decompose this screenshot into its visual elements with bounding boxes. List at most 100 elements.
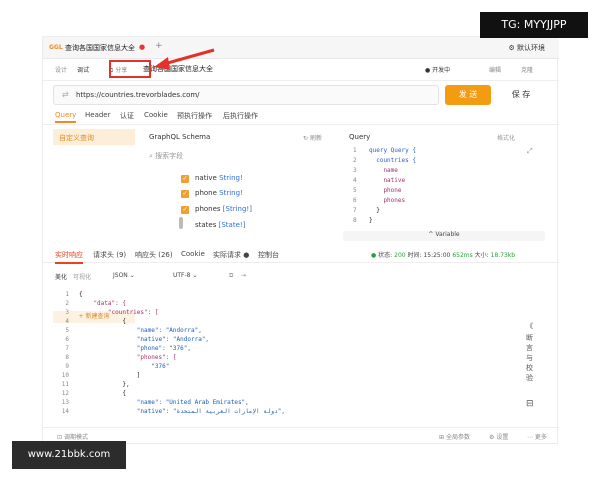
line-number: 1 [353,147,357,154]
json-line: "name": "United Arab Emirates", [79,399,249,406]
status-label: 状态: [378,252,393,259]
app-window: GGL 查询各国国家信息大全 ● + ⚙ 默认环境 设计 调试 ⧉ 分享 查询各… [42,36,559,444]
env-icon: ⚙ [508,44,517,52]
refresh-label: 刷新 [309,135,322,142]
panel-label-char: 与 [526,354,533,362]
query-editor[interactable]: 1 query Query { 2 countries { 3 name 4 na… [343,143,545,237]
line-number: 3 [65,309,69,316]
schema-title: GraphQL Schema [149,133,211,141]
line-number: 7 [65,345,69,352]
preview-button[interactable]: 可视化 [73,272,91,281]
field-states[interactable]: states [State!] [195,221,245,229]
settings-button[interactable]: ⚙ 设置 [489,432,508,441]
search-placeholder: 搜索字段 [155,152,184,160]
unsaved-dot: ● [139,43,146,51]
line-number: 14 [61,408,69,415]
edit-button[interactable]: 编辑 [489,65,501,74]
save-button[interactable]: 保 存 [497,85,545,105]
assertion-panel-toggle[interactable]: 《 断 言 与 校 验 ⊟ [523,291,543,421]
variable-label: Variable [435,231,460,238]
line-number: 2 [65,300,69,307]
status-time: 时间: 15:25:00 [407,252,451,259]
response-body[interactable]: 1 { 2 "data": { 3 "countries": [ 4 { 5 "n… [43,291,513,419]
tab-cookie[interactable]: Cookie [181,250,205,258]
debug-button[interactable]: 调试 [77,65,89,74]
url-icon: ⇄ [62,90,69,99]
tab-actual-request[interactable]: 实际请求 ● [213,250,249,260]
toc-label: 调期模式 [63,434,88,441]
clone-button[interactable]: 克隆 [521,65,533,74]
refresh-button[interactable]: ↻ 刷新 [303,133,322,142]
field-type: [String!] [222,205,252,213]
request-tabs: Query Header 认证 Cookie 预执行操作 后执行操作 [43,107,559,125]
tab-console[interactable]: 控制台 [258,250,279,260]
custom-query-item[interactable]: 自定义查询 [53,129,135,145]
send-button[interactable]: 发 送 [445,85,491,105]
chevron-down-icon: ⌄ [192,272,198,279]
checkbox-phone[interactable]: ✓ [181,190,189,198]
code-line: native [369,177,406,184]
gear-icon: ⚙ [489,434,495,441]
format-type-select[interactable]: JSON ⌄ [113,272,135,279]
code-line: name [369,167,398,174]
encoding-value: UTF-8 [173,272,191,279]
toc-button[interactable]: ⊡ 调期模式 [57,432,88,441]
tab-cookie[interactable]: Cookie [144,111,168,119]
tab-query[interactable]: Query [55,111,77,123]
field-phones[interactable]: phones [String!] [195,205,252,213]
field-name: native [195,174,217,182]
more-button[interactable]: ⋯ 更多 [527,432,547,441]
tab-auth[interactable]: 认证 [120,111,134,121]
tab-request-headers[interactable]: 请求头 (9) [93,250,126,260]
line-number: 4 [65,318,69,325]
tab-title[interactable]: 查询各国国家信息大全 [65,43,135,53]
checkbox-native[interactable]: ✓ [181,175,189,183]
global-params-button[interactable]: ⊞ 全局参数 [439,432,470,441]
status-code: 200 [394,252,406,259]
panel-label-char: 言 [526,344,533,352]
pretty-button[interactable]: 美化 [55,272,67,281]
highlight-box [109,60,151,78]
field-phone[interactable]: phone String! [195,189,243,197]
field-name: states [195,221,217,229]
tab-pre-op[interactable]: 预执行操作 [177,111,212,121]
tab-header[interactable]: Header [85,111,111,119]
tab-live-response[interactable]: 实时响应 [55,250,83,264]
line-number: 1 [65,291,69,298]
dev-status[interactable]: ● 开发中 [425,65,450,74]
copy-icon[interactable]: ⧉ [229,272,233,280]
tab-post-op[interactable]: 后执行操作 [223,111,258,121]
line-number: 13 [61,399,69,406]
tab-response-headers[interactable]: 响应头 (26) [135,250,173,260]
schema-search-input[interactable]: ⌕ 搜索字段 [149,151,183,161]
environment-select[interactable]: ⚙ 默认环境 [508,43,545,53]
json-line: "376" [79,363,170,370]
json-line: ] [79,372,141,379]
wrap-icon[interactable]: ⇥ [241,272,246,279]
url-input[interactable]: ⇄ https://countries.trevorblades.com/ [53,85,439,105]
layout-icon[interactable]: ⊟ [526,399,534,409]
annotation-arrow [154,48,215,70]
checkbox-phones[interactable]: ✓ [181,206,189,214]
json-line: "native": "Andorra", [79,336,210,343]
splitter-handle[interactable] [179,217,183,229]
design-button[interactable]: 设计 [55,65,67,74]
line-number: 7 [353,207,357,214]
json-line: "phone": "376", [79,345,191,352]
line-number: 8 [353,217,357,224]
expand-icon[interactable]: ⤢ [527,147,533,156]
line-number: 6 [353,197,357,204]
line-number: 3 [353,167,357,174]
response-status: ● 状态: 200 时间: 15:25:00 652ms 大小: 18.73kb [371,250,515,259]
title-bar: GGL 查询各国国家信息大全 ● + ⚙ 默认环境 [43,37,559,59]
line-number: 5 [65,327,69,334]
watermark-tg: TG: MYYJJPP [480,12,588,38]
json-line: "name": "Andorra", [79,327,202,334]
field-name: phones [195,205,221,213]
line-number: 10 [61,372,69,379]
format-button[interactable]: 格式化 [497,133,515,142]
field-name: phone [195,189,217,197]
encoding-select[interactable]: UTF-8 ⌄ [173,272,197,279]
variable-toggle[interactable]: ^ Variable [343,231,545,241]
field-native[interactable]: native String! [195,174,243,182]
